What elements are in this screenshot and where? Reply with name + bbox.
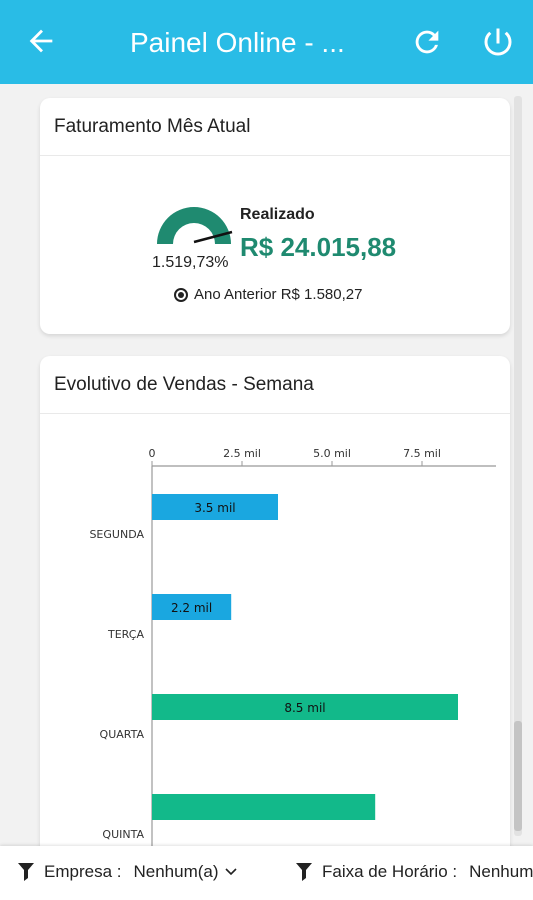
faixa-horario-filter[interactable]: Faixa de Horário : Nenhum — [296, 862, 533, 882]
empresa-filter[interactable]: Empresa : Nenhum(a) — [18, 862, 237, 882]
x-tick-label: 5.0 mil — [313, 447, 351, 460]
scrollbar-thumb[interactable] — [514, 721, 522, 831]
refresh-icon[interactable] — [410, 25, 444, 59]
page-title: Painel Online - ... — [130, 27, 345, 58]
arrow-back-icon[interactable] — [24, 24, 58, 58]
previous-year: Ano Anterior R$ 1.580,27 — [174, 286, 362, 303]
filter-icon — [18, 863, 34, 881]
bar-value-label: 2.2 mil — [171, 601, 212, 615]
faixa-horario-filter-label: Faixa de Horário : — [322, 862, 458, 881]
dashboard-content[interactable]: Faturamento Mês Atual 1.519,73% Realizad… — [0, 84, 533, 846]
gauge-percent: 1.519,73% — [152, 254, 229, 271]
bar — [152, 794, 376, 820]
faixa-horario-filter-value: Nenhum — [469, 862, 533, 881]
gauge-arc — [157, 207, 231, 244]
filter-bar: Empresa : Nenhum(a) Faixa de Horário : N… — [0, 846, 533, 900]
radio-icon — [174, 287, 188, 302]
scrollbar[interactable] — [514, 96, 522, 836]
power-icon[interactable] — [480, 24, 516, 60]
sales-bar-chart: 0 2.5 mil 5.0 mil 7.5 mil 3.5 mil SEGUNDA 2.2 … — [89, 447, 496, 846]
realizado-label: Realizado — [240, 206, 315, 223]
faturamento-title: Faturamento Mês Atual — [54, 116, 251, 137]
x-tick-label: 0 — [149, 447, 156, 460]
x-tick-label: 7.5 mil — [403, 447, 441, 460]
filter-icon — [296, 863, 312, 881]
bar-value-label: 8.5 mil — [284, 701, 325, 715]
empresa-filter-label: Empresa : — [44, 862, 122, 881]
bar-value-label: 3.5 mil — [194, 501, 235, 515]
category-label: QUINTA — [102, 828, 144, 841]
evolutivo-card-header: Evolutivo de Vendas - Semana — [40, 356, 510, 414]
x-tick-label: 2.5 mil — [223, 447, 261, 460]
empresa-filter-value: Nenhum(a) — [133, 862, 219, 881]
category-label: QUARTA — [100, 728, 145, 741]
previous-year-label: Ano Anterior R$ 1.580,27 — [194, 286, 363, 303]
app-bar: Painel Online - ... — [0, 0, 533, 84]
faturamento-card-header: Faturamento Mês Atual — [40, 98, 510, 156]
chevron-down-icon — [224, 868, 237, 876]
category-label: SEGUNDA — [89, 528, 144, 541]
gauge-chart — [157, 207, 233, 244]
evolutivo-title: Evolutivo de Vendas - Semana — [54, 374, 314, 395]
category-label: TERÇA — [107, 628, 144, 641]
realizado-value: R$ 24.015,88 — [240, 232, 397, 262]
faturamento-card: Faturamento Mês Atual 1.519,73% Realizad… — [40, 98, 510, 334]
evolutivo-card: Evolutivo de Vendas - Semana 0 2.5 mil 5.0… — [40, 356, 510, 846]
